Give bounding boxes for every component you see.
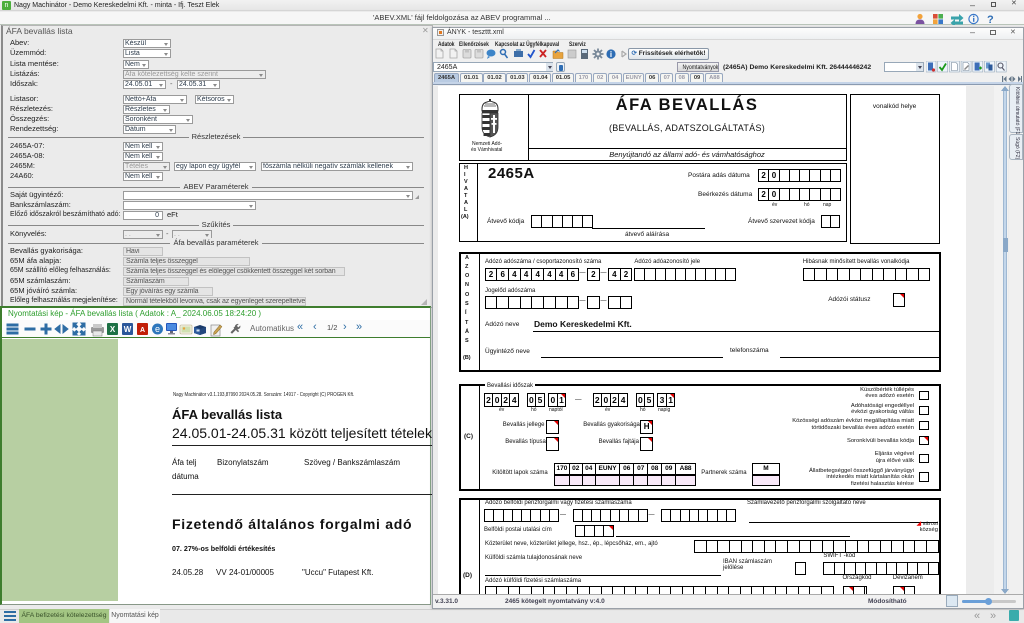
svg-text:?: ?	[987, 14, 994, 25]
svg-text:i: i	[610, 50, 612, 59]
svg-text:A: A	[140, 327, 145, 334]
svg-text:e: e	[155, 324, 160, 334]
svg-text:W: W	[124, 325, 132, 334]
svg-text:X: X	[110, 325, 116, 334]
